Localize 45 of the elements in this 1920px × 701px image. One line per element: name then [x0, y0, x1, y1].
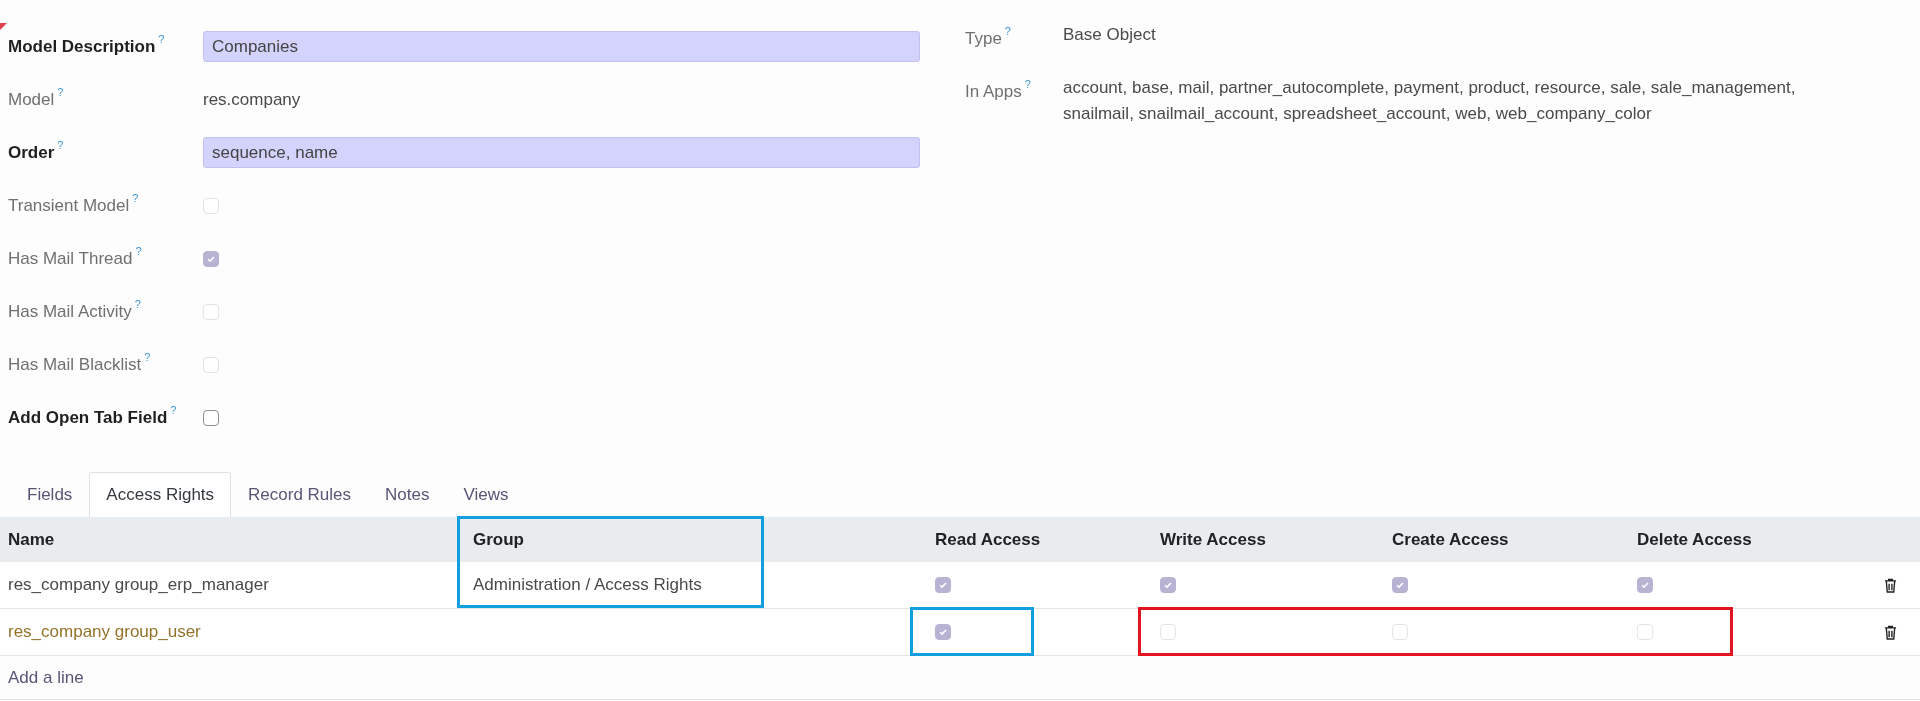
checkbox[interactable]: [1637, 577, 1653, 593]
add-line-link[interactable]: Add a line: [0, 664, 84, 691]
tab[interactable]: Access Rights: [89, 472, 232, 517]
column-header[interactable]: Create Access: [1384, 526, 1629, 553]
table-cell-text: res_company group_erp_manager: [7, 574, 270, 597]
checkbox[interactable]: [935, 577, 951, 593]
field-label: Add Open Tab Field: [8, 406, 168, 429]
input-field[interactable]: sequence, name: [203, 137, 920, 168]
table-cell: Administration / Access Rights: [473, 575, 702, 595]
check-icon: [1395, 580, 1405, 590]
table-cell-text: res_company group_user: [7, 621, 202, 644]
field-value: account, base, mail, partner_autocomplete, payment, product, resource, sale, sale_management, snailmail, snailmail_account, spreadsheet_account, web, web_company_color: [1063, 77, 1797, 125]
column-header[interactable]: Write Access: [1152, 526, 1384, 553]
field-label: Model Description: [8, 35, 156, 58]
checkbox[interactable]: [935, 624, 951, 640]
checkbox[interactable]: [203, 409, 219, 426]
check-icon: [938, 580, 948, 590]
tab[interactable]: Views: [446, 472, 526, 517]
column-header[interactable]: Read Access: [927, 526, 1152, 553]
check-icon: [938, 627, 948, 637]
field-label: Transient Model: [8, 194, 130, 217]
tab[interactable]: Record Rules: [231, 472, 369, 517]
check-icon: [1640, 580, 1650, 590]
trash-icon[interactable]: [1883, 624, 1897, 640]
check-icon: [1163, 580, 1173, 590]
check-icon: [206, 253, 216, 264]
field-label: Type: [965, 28, 1002, 50]
column-header[interactable]: Name: [0, 526, 465, 553]
field-value: Base Object: [1063, 24, 1157, 46]
field-label: Has Mail Activity: [8, 300, 132, 323]
column-header[interactable]: Delete Access: [1629, 526, 1860, 553]
column-header[interactable]: Group: [465, 526, 927, 553]
required-corner-icon: [0, 23, 7, 30]
field-label: Order: [8, 141, 55, 164]
input-field[interactable]: Companies: [203, 31, 920, 62]
field-label: Has Mail Blacklist: [8, 353, 142, 376]
field-label: Model: [8, 88, 55, 111]
checkbox[interactable]: [1160, 577, 1176, 593]
checkbox[interactable]: [1392, 577, 1408, 593]
tab[interactable]: Fields: [10, 472, 90, 517]
tab[interactable]: Notes: [368, 472, 447, 517]
trash-icon[interactable]: [1883, 577, 1897, 593]
field-label: Has Mail Thread: [8, 247, 133, 270]
field-value: res.company: [203, 88, 301, 111]
field-label: In Apps: [965, 81, 1022, 103]
